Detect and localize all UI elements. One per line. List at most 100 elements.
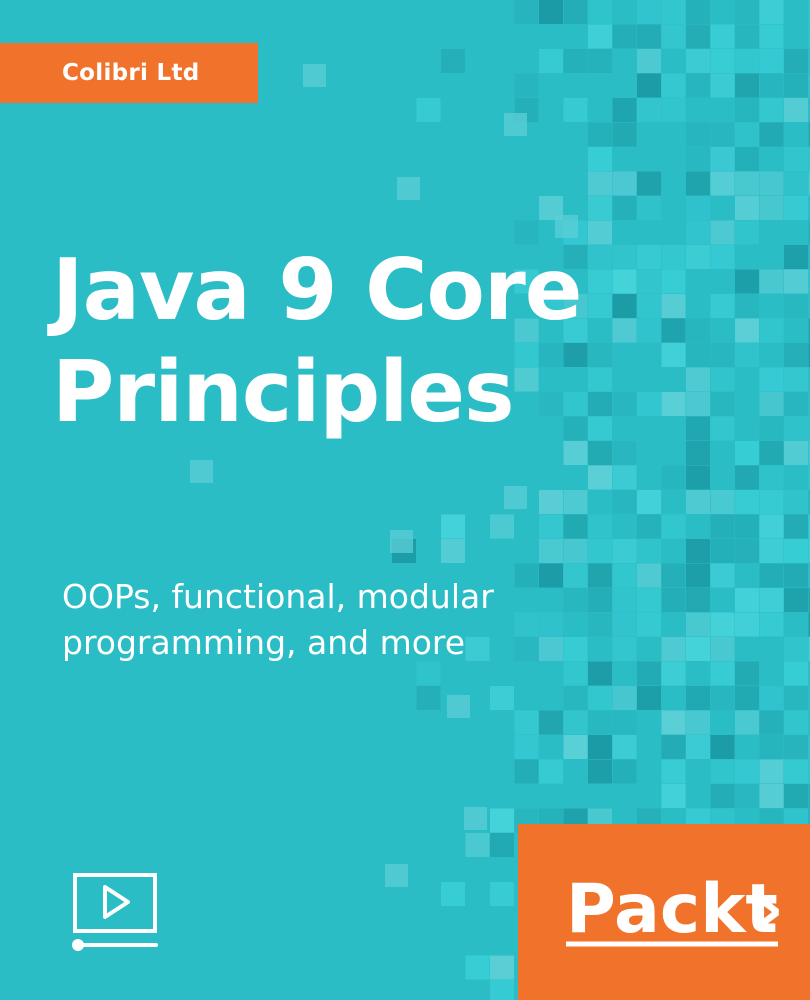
mosaic-tile — [588, 661, 612, 686]
mosaic-tile — [588, 122, 612, 147]
mosaic-tile — [686, 0, 710, 24]
mosaic-tile — [735, 490, 759, 514]
mosaic-tile — [490, 808, 514, 833]
mosaic-tile — [784, 759, 808, 784]
mosaic-tile — [710, 759, 735, 784]
mosaic-tile — [612, 98, 637, 122]
mosaic-tile — [514, 73, 539, 98]
mosaic-tile — [661, 0, 686, 24]
author-tag: Colibri Ltd — [0, 43, 258, 103]
mosaic-tile — [588, 196, 612, 220]
mosaic-tile — [490, 833, 514, 857]
mosaic-tile — [686, 122, 710, 147]
mosaic-tile — [612, 539, 637, 563]
course-title: Java 9 Core Principles — [52, 240, 772, 444]
mosaic-tile — [759, 563, 784, 588]
mosaic-tile — [612, 171, 637, 196]
mosaic-tile — [588, 539, 612, 563]
mosaic-tile — [686, 637, 710, 661]
subtitle-line-1: OOPs, functional, modular — [62, 577, 494, 616]
mosaic-tile — [735, 196, 759, 220]
mosaic-tile — [759, 686, 784, 710]
mosaic-tile — [661, 563, 686, 588]
mosaic-tile — [759, 441, 784, 465]
mosaic-tile — [588, 147, 612, 171]
mosaic-tile — [612, 196, 637, 220]
mosaic-tile — [661, 514, 686, 539]
mosaic-tile — [759, 490, 784, 514]
mosaic-tile — [563, 710, 588, 735]
mosaic-tile — [686, 49, 710, 73]
mosaic-tile — [563, 490, 588, 514]
mosaic-tile — [686, 73, 710, 98]
title-line-1: Java 9 Core — [52, 241, 582, 340]
mosaic-tile — [686, 490, 710, 514]
mosaic-tile — [710, 686, 735, 710]
mosaic-tile — [504, 486, 527, 509]
mosaic-tile — [661, 735, 686, 759]
mosaic-tile — [661, 588, 686, 612]
mosaic-tile — [686, 686, 710, 710]
mosaic-tile — [735, 73, 759, 98]
mosaic-tile — [710, 147, 735, 171]
mosaic-tile — [441, 514, 465, 539]
mosaic-tile — [686, 710, 710, 735]
mosaic-tile — [735, 49, 759, 73]
mosaic-tile — [588, 686, 612, 710]
mosaic-tile — [735, 710, 759, 735]
mosaic-tile — [759, 539, 784, 563]
mosaic-tile — [490, 514, 514, 539]
mosaic-tile — [735, 588, 759, 612]
mosaic-tile — [588, 612, 612, 637]
mosaic-tile — [637, 686, 661, 710]
mosaic-tile — [710, 563, 735, 588]
mosaic-tile — [661, 710, 686, 735]
mosaic-tile — [784, 196, 808, 220]
mosaic-tile — [637, 563, 661, 588]
mosaic-tile — [686, 147, 710, 171]
mosaic-tile — [563, 0, 588, 24]
mosaic-tile — [612, 612, 637, 637]
mosaic-tile — [637, 588, 661, 612]
mosaic-tile — [735, 0, 759, 24]
mosaic-tile — [710, 539, 735, 563]
mosaic-tile — [588, 171, 612, 196]
subtitle-line-2: programming, and more — [62, 623, 466, 662]
mosaic-tile — [661, 759, 686, 784]
mosaic-tile — [563, 686, 588, 710]
mosaic-tile — [612, 588, 637, 612]
mosaic-tile — [686, 465, 710, 490]
mosaic-tile — [588, 710, 612, 735]
mosaic-tile — [759, 759, 784, 784]
mosaic-tile — [637, 73, 661, 98]
mosaic-tile — [784, 147, 808, 171]
mosaic-tile — [735, 122, 759, 147]
mosaic-tile — [465, 955, 490, 980]
mosaic-tile — [784, 588, 808, 612]
mosaic-tile — [612, 686, 637, 710]
mosaic-tile — [735, 441, 759, 465]
mosaic-tile — [686, 735, 710, 759]
mosaic-tile — [441, 882, 465, 906]
publisher-chevron-icon: › — [756, 874, 784, 949]
mosaic-tile — [612, 637, 637, 661]
mosaic-tile — [661, 98, 686, 122]
mosaic-tile — [784, 392, 808, 416]
mosaic-tile — [710, 122, 735, 147]
mosaic-tile — [710, 171, 735, 196]
mosaic-tile — [490, 980, 514, 1000]
mosaic-tile — [784, 784, 808, 808]
mosaic-tile — [735, 171, 759, 196]
mosaic-tile — [637, 24, 661, 49]
mosaic-tile — [514, 759, 539, 784]
mosaic-tile — [588, 514, 612, 539]
mosaic-tile — [735, 465, 759, 490]
mosaic-tile — [447, 695, 470, 718]
mosaic-tile — [612, 759, 637, 784]
mosaic-tile — [759, 49, 784, 73]
title-line-2: Principles — [52, 343, 515, 442]
mosaic-tile — [686, 196, 710, 220]
mosaic-tile — [190, 460, 213, 483]
mosaic-tile — [637, 49, 661, 73]
mosaic-tile — [710, 73, 735, 98]
